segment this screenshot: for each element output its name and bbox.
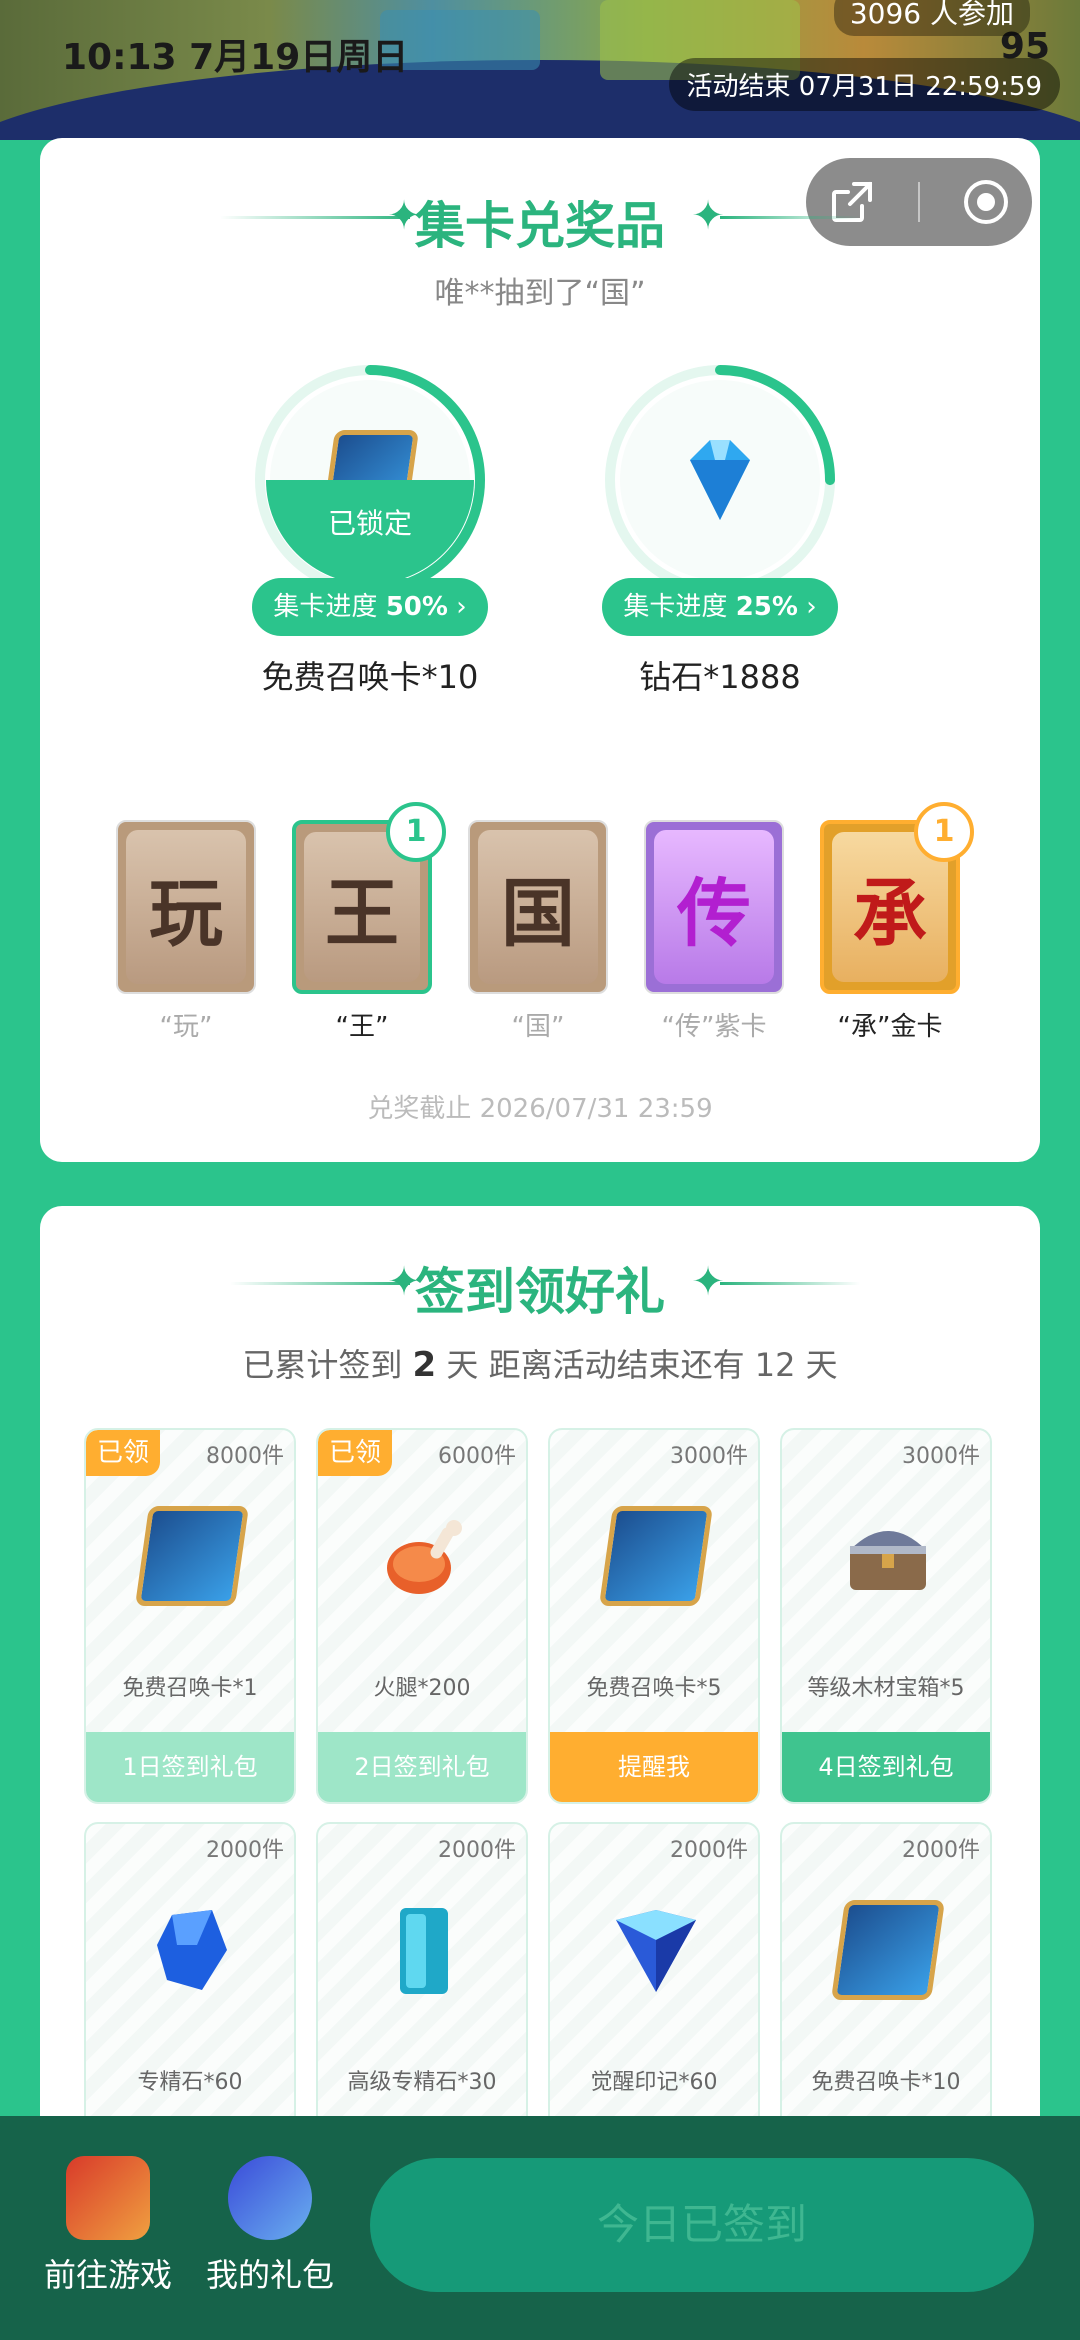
crystal-block-icon xyxy=(400,1908,448,1994)
stock-count: 2000件 xyxy=(438,1838,516,1863)
gift-action[interactable]: 4日签到礼包 xyxy=(782,1732,990,1802)
gift-card[interactable]: 已领 6000件 火腿*200 2日签到礼包 xyxy=(316,1428,528,1804)
gift-card[interactable]: 已领 8000件 免费召唤卡*1 1日签到礼包 xyxy=(84,1428,296,1804)
word-card-char: 传 xyxy=(654,830,774,984)
stock-count: 2000件 xyxy=(206,1838,284,1863)
my-gifts-button[interactable]: 我的礼包 xyxy=(180,2156,360,2296)
word-card-caption: “承”金卡 xyxy=(837,1012,943,1042)
progress-label: 集卡进度 xyxy=(623,592,728,622)
gift-action[interactable]: 1日签到礼包 xyxy=(86,1732,294,1802)
latest-draw-notice: 唯**抽到了“国” xyxy=(434,276,646,311)
collect-cards-section: ✦ 集卡兑奖品 ✦ 唯**抽到了“国” 已锁定 集卡进度 50% › 免费召唤卡… xyxy=(40,138,1040,1162)
progress-value: 25% xyxy=(735,592,798,622)
section-title: 签到领好礼 xyxy=(415,1263,665,1321)
gift-name: 专精石*60 xyxy=(137,2070,243,2095)
game-app-icon xyxy=(66,2156,150,2240)
stock-count: 8000件 xyxy=(206,1444,284,1469)
gift-name: 觉醒印记*60 xyxy=(590,2070,718,2095)
go-to-game-label: 前往游戏 xyxy=(43,2256,172,2294)
signed-today-button[interactable]: 今日已签到 xyxy=(370,2158,1034,2292)
word-card[interactable]: 玩 xyxy=(116,820,256,994)
stock-count: 2000件 xyxy=(902,1838,980,1863)
gift-bag-icon xyxy=(228,2156,312,2240)
summon-card-icon xyxy=(134,1506,250,1606)
prize-name: 免费召唤卡*10 xyxy=(261,658,479,696)
activity-end-time: 活动结束 07月31日 22:59:59 xyxy=(668,58,1060,111)
gift-card[interactable]: 3000件 免费召唤卡*5 提醒我 xyxy=(548,1428,760,1804)
gift-name: 等级木材宝箱*5 xyxy=(807,1676,965,1701)
stats-prefix: 已累计签到 xyxy=(242,1346,403,1384)
progress-label: 集卡进度 xyxy=(273,592,378,622)
card-count-badge: 1 xyxy=(914,802,974,862)
game-banner: 10:13 7月19日周日 95 3096 人参加 活动结束 07月31日 22… xyxy=(0,0,1080,140)
title-line-right xyxy=(720,216,860,219)
stock-count: 2000件 xyxy=(670,1838,748,1863)
claimed-tag: 已领 xyxy=(318,1430,392,1476)
progress-ring: 已锁定 xyxy=(250,360,490,600)
progress-value: 50% xyxy=(385,592,448,622)
word-card-caption: “国” xyxy=(511,1012,565,1042)
word-card-char: 玩 xyxy=(126,830,246,984)
prize-name: 钻石*1888 xyxy=(639,658,801,696)
chevron-right-icon: › xyxy=(456,592,467,622)
diamond-icon xyxy=(690,440,750,520)
progress-button[interactable]: 集卡进度 25% › xyxy=(602,578,838,636)
status-time: 10:13 7月19日周日 xyxy=(62,37,409,78)
gift-action[interactable]: 2日签到礼包 xyxy=(318,1732,526,1802)
chevron-right-icon: › xyxy=(806,592,817,622)
title-line-right xyxy=(720,1282,860,1285)
summon-card-icon xyxy=(598,1506,714,1606)
progress-button[interactable]: 集卡进度 50% › xyxy=(252,578,488,636)
gift-name: 火腿*200 xyxy=(373,1676,471,1701)
stock-count: 6000件 xyxy=(438,1444,516,1469)
gift-name: 高级专精石*30 xyxy=(347,2070,497,2095)
section-title: 集卡兑奖品 xyxy=(415,197,665,255)
my-gifts-label: 我的礼包 xyxy=(205,2256,334,2294)
redeem-deadline: 兑奖截止 2026/07/31 23:59 xyxy=(367,1094,713,1124)
word-card-caption: “玩” xyxy=(159,1012,213,1042)
bottom-action-bar: 前往游戏 我的礼包 今日已签到 xyxy=(0,2116,1080,2340)
word-card[interactable]: 传 xyxy=(644,820,784,994)
gift-name: 免费召唤卡*10 xyxy=(811,2070,961,2095)
claimed-tag: 已领 xyxy=(86,1430,160,1476)
stock-count: 3000件 xyxy=(670,1444,748,1469)
card-count-badge: 1 xyxy=(386,802,446,862)
gift-name: 免费召唤卡*1 xyxy=(122,1676,258,1701)
word-card-char: 国 xyxy=(478,830,598,984)
remind-button[interactable]: 提醒我 xyxy=(550,1732,758,1802)
prize-item[interactable]: 集卡进度 25% › 钻石*1888 xyxy=(590,360,850,698)
treasure-chest-icon xyxy=(850,1531,926,1590)
signed-days: 2 xyxy=(412,1345,437,1385)
word-card[interactable]: 国 xyxy=(468,820,608,994)
stock-count: 3000件 xyxy=(902,1444,980,1469)
go-to-game-button[interactable]: 前往游戏 xyxy=(18,2156,198,2296)
awaken-mark-icon xyxy=(616,1910,696,1992)
participant-count: 3096 人参加 xyxy=(833,0,1030,36)
gift-card[interactable]: 3000件 等级木材宝箱*5 4日签到礼包 xyxy=(780,1428,992,1804)
stats-suffix: 天 距离活动结束还有 12 天 xyxy=(446,1346,838,1384)
check-in-stats: 已累计签到 2 天 距离活动结束还有 12 天 xyxy=(40,1340,1040,1386)
word-card-caption: “王” xyxy=(335,1012,389,1042)
prize-item[interactable]: 已锁定 集卡进度 50% › 免费召唤卡*10 xyxy=(240,360,500,698)
summon-card-icon xyxy=(830,1900,946,2000)
gift-name: 免费召唤卡*5 xyxy=(586,1676,722,1701)
ham-icon xyxy=(387,1520,462,1594)
word-card-caption: “传”紫卡 xyxy=(661,1012,767,1042)
progress-ring xyxy=(600,360,840,600)
blue-gem-icon xyxy=(157,1910,227,1990)
